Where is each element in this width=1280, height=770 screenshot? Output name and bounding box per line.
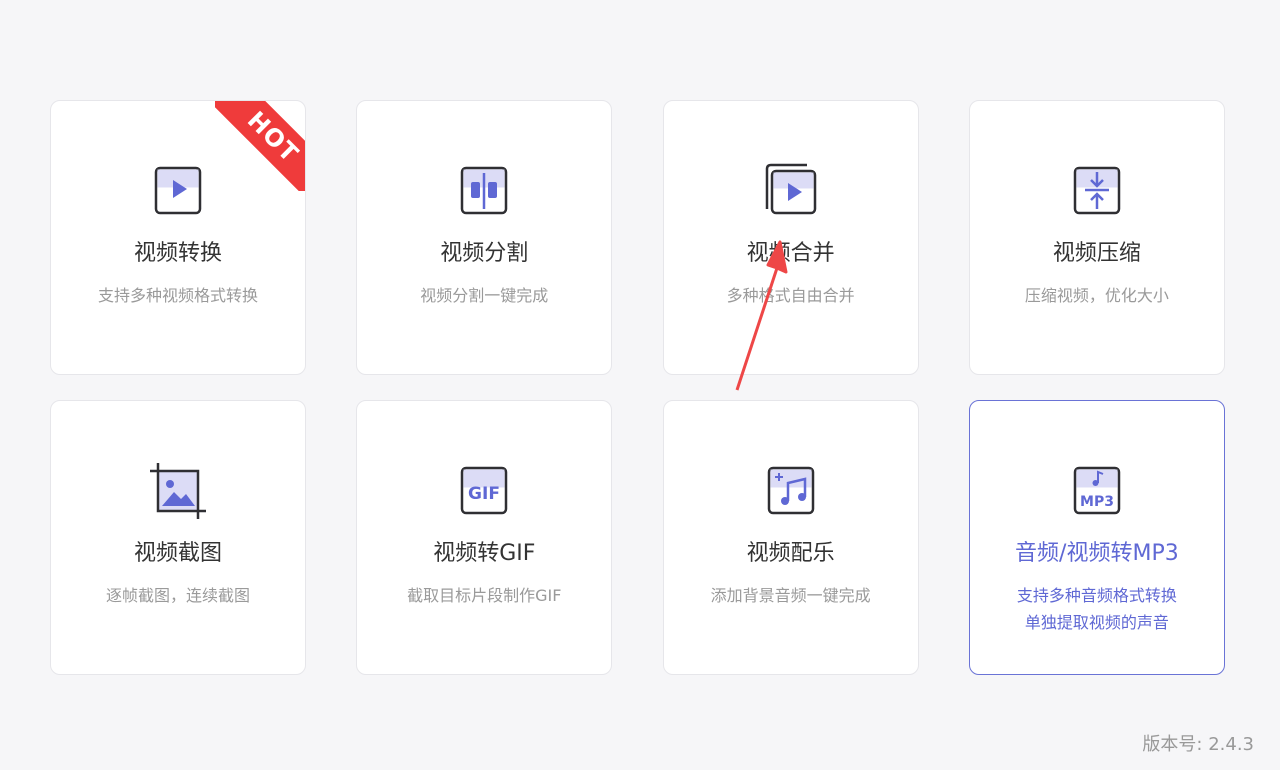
- card-desc: 逐帧截图，连续截图: [105, 586, 250, 605]
- card-title: 视频压缩: [1052, 241, 1141, 266]
- card-video-convert[interactable]: 视频转换 支持多种视频格式转换 HOT: [50, 100, 306, 375]
- card-title: 视频配乐: [746, 541, 835, 566]
- card-audio-video-to-mp3[interactable]: MP3 音频/视频转MP3 支持多种音频格式转换 单独提取视频的声音: [968, 400, 1225, 675]
- card-desc: 支持多种音频格式转换 单独提取视频的声音: [970, 582, 1224, 636]
- video-merge-icon: [761, 161, 821, 221]
- card-title: 视频截图: [133, 541, 222, 566]
- video-split-icon: [454, 161, 514, 221]
- card-video-merge[interactable]: 视频合并 多种格式自由合并: [662, 100, 919, 375]
- card-title: 视频转GIF: [433, 541, 536, 566]
- card-title: 音频/视频转MP3: [1015, 541, 1179, 566]
- card-video-compress[interactable]: 视频压缩 压缩视频，优化大小: [968, 100, 1225, 375]
- video-convert-icon: [148, 161, 208, 221]
- card-desc-line: 单独提取视频的声音: [1024, 613, 1169, 632]
- svg-text:MP3: MP3: [1080, 494, 1114, 510]
- svg-text:GIF: GIF: [468, 484, 500, 504]
- card-video-screenshot[interactable]: 视频截图 逐帧截图，连续截图: [50, 400, 306, 675]
- video-music-icon: [761, 461, 821, 521]
- gif-icon: GIF: [454, 461, 514, 521]
- card-title: 视频合并: [746, 241, 835, 266]
- card-desc-line: 支持多种音频格式转换: [1016, 586, 1177, 605]
- card-title: 视频分割: [440, 241, 529, 266]
- card-desc: 多种格式自由合并: [726, 286, 855, 305]
- card-desc: 截取目标片段制作GIF: [407, 586, 562, 605]
- card-video-split[interactable]: 视频分割 视频分割一键完成: [356, 100, 613, 375]
- feature-grid: 视频转换 支持多种视频格式转换 HOT 视频分割 视频分割一键完成 视频合并 多…: [50, 100, 1225, 675]
- card-desc: 添加背景音频一键完成: [710, 586, 871, 605]
- mp3-icon: MP3: [1067, 461, 1127, 521]
- hot-badge: HOT: [215, 101, 305, 191]
- version-label: 版本号: 2.4.3: [1142, 734, 1254, 755]
- card-title: 视频转换: [133, 241, 222, 266]
- video-screenshot-icon: [148, 461, 208, 521]
- card-desc: 视频分割一键完成: [420, 286, 549, 305]
- video-compress-icon: [1067, 161, 1127, 221]
- card-desc: 压缩视频，优化大小: [1024, 286, 1169, 305]
- card-desc: 支持多种视频格式转换: [97, 286, 258, 305]
- card-video-to-gif[interactable]: GIF 视频转GIF 截取目标片段制作GIF: [356, 400, 613, 675]
- card-video-music[interactable]: 视频配乐 添加背景音频一键完成: [662, 400, 919, 675]
